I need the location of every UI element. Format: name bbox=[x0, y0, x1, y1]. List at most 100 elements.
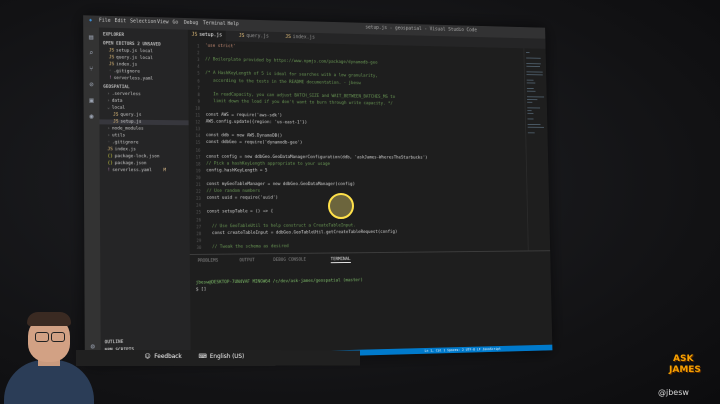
line-number: 26 bbox=[196, 216, 201, 222]
line-number: 17 bbox=[195, 154, 201, 160]
code-line[interactable]: const ddbGeo = require('dynamodb-geo') bbox=[206, 140, 302, 146]
aws-icon[interactable]: ◉ bbox=[88, 112, 96, 120]
tree-file[interactable]: JS query.js bbox=[113, 113, 141, 118]
files-icon[interactable]: ▤ bbox=[87, 33, 95, 41]
code-editor[interactable]: 1 'use strict' 2 3 // Boilerplate provided b… bbox=[187, 40, 551, 255]
menu-debug[interactable]: Debug bbox=[184, 20, 198, 26]
tree-file[interactable]: ! serverless.yaml M bbox=[108, 168, 167, 173]
code-line[interactable]: AWS.config.update({region: 'us-east-1'}) bbox=[206, 120, 307, 126]
code-line[interactable]: const setupTable = () => { bbox=[207, 210, 274, 215]
line-number: 23 bbox=[196, 196, 201, 201]
line-number: 9 bbox=[197, 98, 200, 104]
minimap-line bbox=[527, 107, 540, 109]
glasses-icon bbox=[35, 332, 49, 342]
line-number: 8 bbox=[197, 91, 200, 97]
line-number: 20 bbox=[195, 175, 201, 181]
minimap-line bbox=[527, 99, 538, 101]
menu-help[interactable]: Help bbox=[227, 21, 238, 27]
menu-go[interactable]: Go bbox=[172, 20, 178, 26]
tab-problems[interactable]: PROBLEMS bbox=[197, 259, 218, 264]
code-line[interactable]: limit down the load if you don't want to… bbox=[206, 99, 393, 106]
open-editor-item[interactable]: JS index.js bbox=[109, 62, 137, 67]
menu-view[interactable]: View bbox=[157, 19, 169, 25]
tab-output[interactable]: OUTPUT bbox=[239, 258, 254, 263]
menu-file[interactable]: File bbox=[99, 18, 111, 24]
open-editors-header[interactable]: OPEN EDITORS 2 UNSAVED bbox=[103, 41, 161, 47]
yaml-icon: ! bbox=[107, 168, 111, 174]
search-icon[interactable]: ⌕ bbox=[87, 49, 95, 57]
code-line[interactable]: config.hashKeyLength = 5 bbox=[206, 168, 267, 173]
tree-file[interactable]: {} package-lock.json bbox=[107, 154, 159, 159]
tree-file[interactable]: {} package.json bbox=[108, 161, 147, 166]
line-number: 14 bbox=[195, 133, 201, 139]
menu-edit[interactable]: Edit bbox=[115, 18, 127, 24]
extensions-icon[interactable]: ▣ bbox=[87, 96, 95, 104]
terminal-input[interactable]: $ [] bbox=[196, 287, 206, 292]
code-line[interactable]: const uuid = require('uuid') bbox=[206, 196, 278, 201]
code-line[interactable]: according to the tests in the README doc… bbox=[205, 78, 361, 85]
line-number: 4 bbox=[197, 64, 200, 70]
line-number: 24 bbox=[196, 203, 201, 208]
js-icon: JS bbox=[113, 112, 119, 118]
minimap-line bbox=[527, 123, 541, 126]
code-line[interactable]: // Use random numbers bbox=[206, 189, 260, 194]
chevron-right-icon: › bbox=[107, 133, 111, 139]
code-line[interactable]: // Pick a hashKeyLength appropriate to y… bbox=[206, 161, 330, 166]
vscode-window: ◆ File Edit Selection View Go Debug Term… bbox=[83, 15, 553, 364]
feedback-button[interactable]: Feedback bbox=[154, 353, 181, 360]
line-number: 29 bbox=[196, 237, 202, 243]
source-control-icon[interactable]: ⑂ bbox=[87, 65, 95, 73]
modified-badge: M bbox=[163, 168, 167, 174]
workspace-header[interactable]: GEOSPATIAL bbox=[103, 85, 129, 90]
line-number: 27 bbox=[196, 223, 202, 229]
tree-folder[interactable]: › .serverless bbox=[107, 92, 141, 97]
language-indicator[interactable]: English (US) bbox=[210, 353, 244, 360]
line-number: 1 bbox=[197, 43, 200, 49]
code-line[interactable]: 'use strict' bbox=[205, 44, 236, 50]
tree-folder[interactable]: ⌄ local bbox=[107, 106, 125, 111]
tree-file[interactable]: JS index.js bbox=[107, 147, 135, 152]
code-line[interactable]: // Boilerplate provided by https://www.n… bbox=[205, 57, 377, 65]
minimap-line bbox=[527, 110, 532, 112]
debug-icon[interactable]: ⊘ bbox=[87, 81, 95, 89]
code-line[interactable]: const AWS = require('aws-sdk') bbox=[206, 113, 282, 119]
twitter-handle: @jbesw bbox=[658, 388, 689, 397]
glasses-icon bbox=[51, 332, 65, 342]
outline-section[interactable]: OUTLINE bbox=[105, 340, 124, 345]
minimap-line bbox=[526, 87, 534, 89]
tree-folder[interactable]: › utils bbox=[107, 133, 125, 138]
code-line[interactable]: // Tweak the schema as desired bbox=[207, 244, 289, 250]
js-icon: JS bbox=[108, 48, 115, 54]
open-editor-item[interactable]: JS query.js local bbox=[109, 55, 153, 61]
tree-folder[interactable]: › node_modules bbox=[107, 126, 143, 131]
open-editor-item[interactable]: ◦ .gitignore bbox=[109, 69, 140, 74]
open-editor-item[interactable]: ! serverless.yaml bbox=[109, 76, 153, 82]
code-line[interactable]: const ddb = new AWS.DynamoDB() bbox=[206, 134, 282, 139]
menu-terminal[interactable]: Terminal bbox=[203, 20, 226, 26]
line-number: 12 bbox=[195, 119, 201, 125]
tree-folder[interactable]: › data bbox=[107, 99, 122, 104]
logo-line-2: JAMES bbox=[669, 365, 701, 375]
code-line[interactable]: const myGeoTableManager = new ddbGeo.Geo… bbox=[206, 182, 355, 187]
line-number: 21 bbox=[196, 182, 201, 188]
line-number: 2 bbox=[197, 50, 200, 56]
code-line[interactable]: const config = new ddbGeo.GeoDataManager… bbox=[206, 154, 427, 160]
line-number: 6 bbox=[197, 78, 200, 83]
keyboard-icon: ⌨ bbox=[198, 353, 207, 360]
code-line[interactable]: // Use GeoTableUtil to help construct a … bbox=[207, 223, 356, 229]
minimap-line bbox=[526, 82, 536, 84]
bottom-panel: PROBLEMS OUTPUT DEBUG CONSOLE TERMINAL j… bbox=[189, 250, 553, 350]
menu-selection[interactable]: Selection bbox=[130, 18, 156, 25]
tree-file-selected[interactable]: JS setup.js bbox=[99, 119, 189, 126]
tab-debug-console[interactable]: DEBUG CONSOLE bbox=[273, 258, 306, 263]
tree-file[interactable]: ◦ .gitignore bbox=[107, 140, 138, 145]
code-line[interactable]: const createTableInput = ddbGeo.GeoTable… bbox=[207, 230, 397, 236]
open-editor-item[interactable]: JS setup.js local bbox=[109, 48, 153, 54]
line-number: 22 bbox=[196, 189, 201, 194]
js-icon: JS bbox=[285, 34, 291, 40]
tab-terminal[interactable]: TERMINAL bbox=[330, 257, 351, 264]
minimap-line bbox=[527, 132, 535, 134]
minimap-line bbox=[526, 90, 536, 92]
json-icon: {} bbox=[107, 161, 113, 167]
line-number: 25 bbox=[196, 209, 201, 215]
